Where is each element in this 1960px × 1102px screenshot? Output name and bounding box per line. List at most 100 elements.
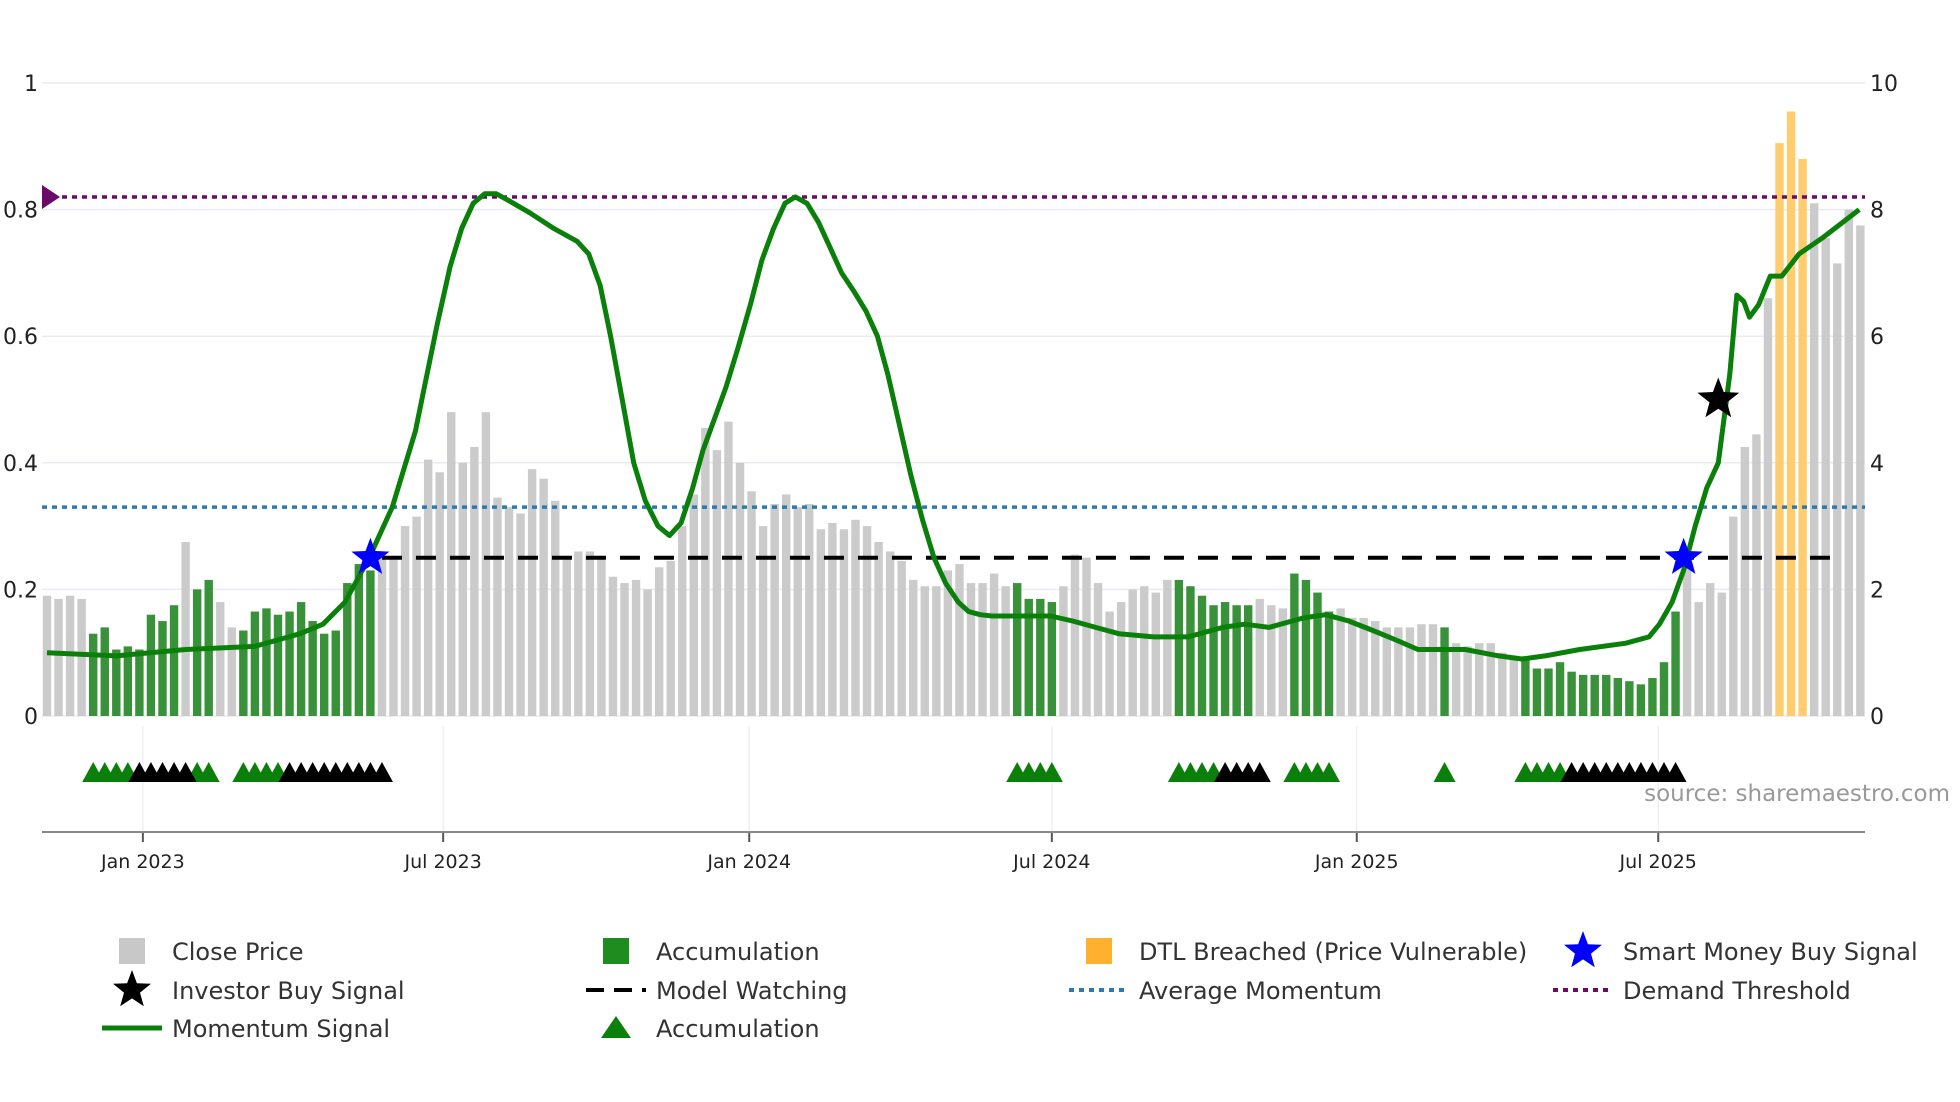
close-price-bar bbox=[1001, 586, 1010, 716]
accumulation-bar bbox=[239, 630, 248, 716]
close-price-bar bbox=[1347, 617, 1357, 716]
close-price-bar bbox=[1105, 611, 1114, 716]
right-tick-label: 2 bbox=[1870, 578, 1884, 603]
x-tick-label: Jan 2023 bbox=[100, 851, 185, 873]
accumulation-bar bbox=[331, 630, 340, 716]
accumulation-bar bbox=[1578, 674, 1588, 716]
close-price-bar bbox=[620, 583, 629, 716]
dtl-breached-bar bbox=[1775, 143, 1784, 716]
left-tick-label: 0.4 bbox=[3, 452, 38, 477]
accumulation-bar bbox=[1521, 659, 1530, 716]
close-price-bar bbox=[897, 560, 906, 716]
close-price-bar bbox=[470, 446, 479, 716]
right-tick-label: 10 bbox=[1870, 72, 1898, 97]
close-price-bar bbox=[816, 529, 826, 716]
close-price-bar bbox=[1070, 554, 1080, 716]
accumulation-bar bbox=[89, 633, 98, 716]
close-price-bar bbox=[885, 551, 895, 716]
accumulation-bar bbox=[273, 614, 283, 716]
close-price-bar bbox=[400, 526, 410, 716]
close-price-bar bbox=[932, 586, 941, 716]
accumulation-bar bbox=[1174, 579, 1184, 716]
close-price-bar bbox=[1856, 225, 1865, 717]
close-price-bar bbox=[481, 412, 491, 716]
close-price-bar bbox=[851, 519, 860, 716]
close-price-bar bbox=[874, 541, 883, 716]
smart-money-star-icon bbox=[1564, 931, 1602, 968]
close-price-bar bbox=[1059, 586, 1068, 716]
close-price-bar bbox=[1809, 203, 1819, 716]
left-tick-label: 0 bbox=[24, 705, 38, 730]
accumulation-bar bbox=[1209, 605, 1218, 716]
close-price-bar bbox=[966, 583, 976, 716]
close-price-bar bbox=[1833, 263, 1842, 716]
close-price-bar bbox=[423, 459, 433, 716]
close-price-bar bbox=[782, 494, 791, 716]
close-price-bar bbox=[1740, 446, 1750, 716]
accumulation-bar bbox=[100, 627, 109, 716]
accumulation-bar bbox=[1602, 674, 1611, 716]
accumulation-bar bbox=[1555, 662, 1565, 716]
close-price-bar bbox=[701, 427, 710, 716]
close-price-bar bbox=[447, 412, 456, 716]
dtl-breached-bar bbox=[1786, 111, 1796, 717]
close-price-bar bbox=[1428, 624, 1438, 716]
axes: 00.20.40.60.810246810Jan 2023 Jul 2023 Jan… bbox=[3, 72, 1898, 873]
close-price-bar bbox=[631, 579, 641, 716]
right-tick-label: 8 bbox=[1870, 199, 1884, 224]
close-price-bar bbox=[1463, 646, 1472, 716]
close-price-bar bbox=[562, 557, 571, 716]
close-price-bar bbox=[597, 557, 606, 716]
dtl-breached-swatch bbox=[1086, 938, 1112, 964]
legend-label: Accumulation bbox=[656, 1015, 820, 1043]
legend-label: Close Price bbox=[172, 938, 304, 966]
close-price-bar bbox=[654, 567, 664, 716]
accumulation-bar bbox=[1648, 678, 1657, 716]
x-tick-label: Jan 2024 bbox=[706, 851, 791, 873]
accumulation-triangle-green bbox=[1433, 762, 1456, 782]
legend-item: Average Momentum bbox=[1069, 977, 1382, 1005]
accumulation-bar bbox=[146, 614, 156, 716]
accumulation-bar bbox=[320, 633, 329, 716]
accumulation-bar bbox=[158, 621, 167, 716]
close-price-bar bbox=[389, 557, 398, 716]
close-price-bar bbox=[1359, 617, 1368, 716]
close-price-bar bbox=[493, 497, 502, 716]
close-price-bar bbox=[955, 564, 964, 716]
close-price-bar bbox=[1151, 592, 1160, 716]
left-tick-label: 0.2 bbox=[3, 578, 38, 603]
close-price-bar bbox=[608, 576, 618, 716]
legend-item: Momentum Signal bbox=[102, 1015, 390, 1043]
accumulation-bar bbox=[250, 611, 260, 716]
x-tick-label: Jul 2024 bbox=[1012, 851, 1090, 873]
accumulation-bar bbox=[1567, 671, 1576, 716]
close-price-bar bbox=[458, 462, 467, 716]
accumulation-bar bbox=[1590, 674, 1599, 716]
close-price-bar bbox=[747, 491, 756, 716]
legend-item: Close Price bbox=[119, 938, 304, 966]
close-price-bar bbox=[678, 526, 687, 716]
close-price-bar bbox=[377, 551, 387, 716]
legend-item: DTL Breached (Price Vulnerable) bbox=[1086, 938, 1527, 966]
accumulation-bar bbox=[1220, 602, 1230, 716]
legend-label: Accumulation bbox=[656, 938, 820, 966]
left-tick-label: 0.6 bbox=[3, 325, 38, 350]
legend-item: Smart Money Buy Signal bbox=[1564, 931, 1918, 968]
x-tick-label: Jan 2025 bbox=[1314, 851, 1399, 873]
investor-buy-star bbox=[1697, 377, 1740, 418]
right-tick-label: 4 bbox=[1870, 452, 1884, 477]
legend-label: Momentum Signal bbox=[172, 1015, 390, 1043]
close-price-bar bbox=[1821, 238, 1830, 716]
accumulation-bar bbox=[262, 608, 271, 716]
close-price-bar bbox=[1706, 583, 1715, 716]
close-price-bar bbox=[920, 586, 929, 716]
accumulation-triangle-icon bbox=[601, 1016, 631, 1038]
close-price-bar bbox=[227, 627, 236, 716]
accumulation-bar bbox=[1625, 681, 1634, 716]
x-tick-label: Jul 2023 bbox=[404, 851, 482, 873]
accumulation-bar bbox=[1232, 605, 1241, 716]
accumulation-bar bbox=[135, 649, 144, 716]
legend-label: Model Watching bbox=[656, 977, 848, 1005]
close-price-bar bbox=[551, 500, 560, 716]
close-price-bar bbox=[181, 541, 190, 716]
